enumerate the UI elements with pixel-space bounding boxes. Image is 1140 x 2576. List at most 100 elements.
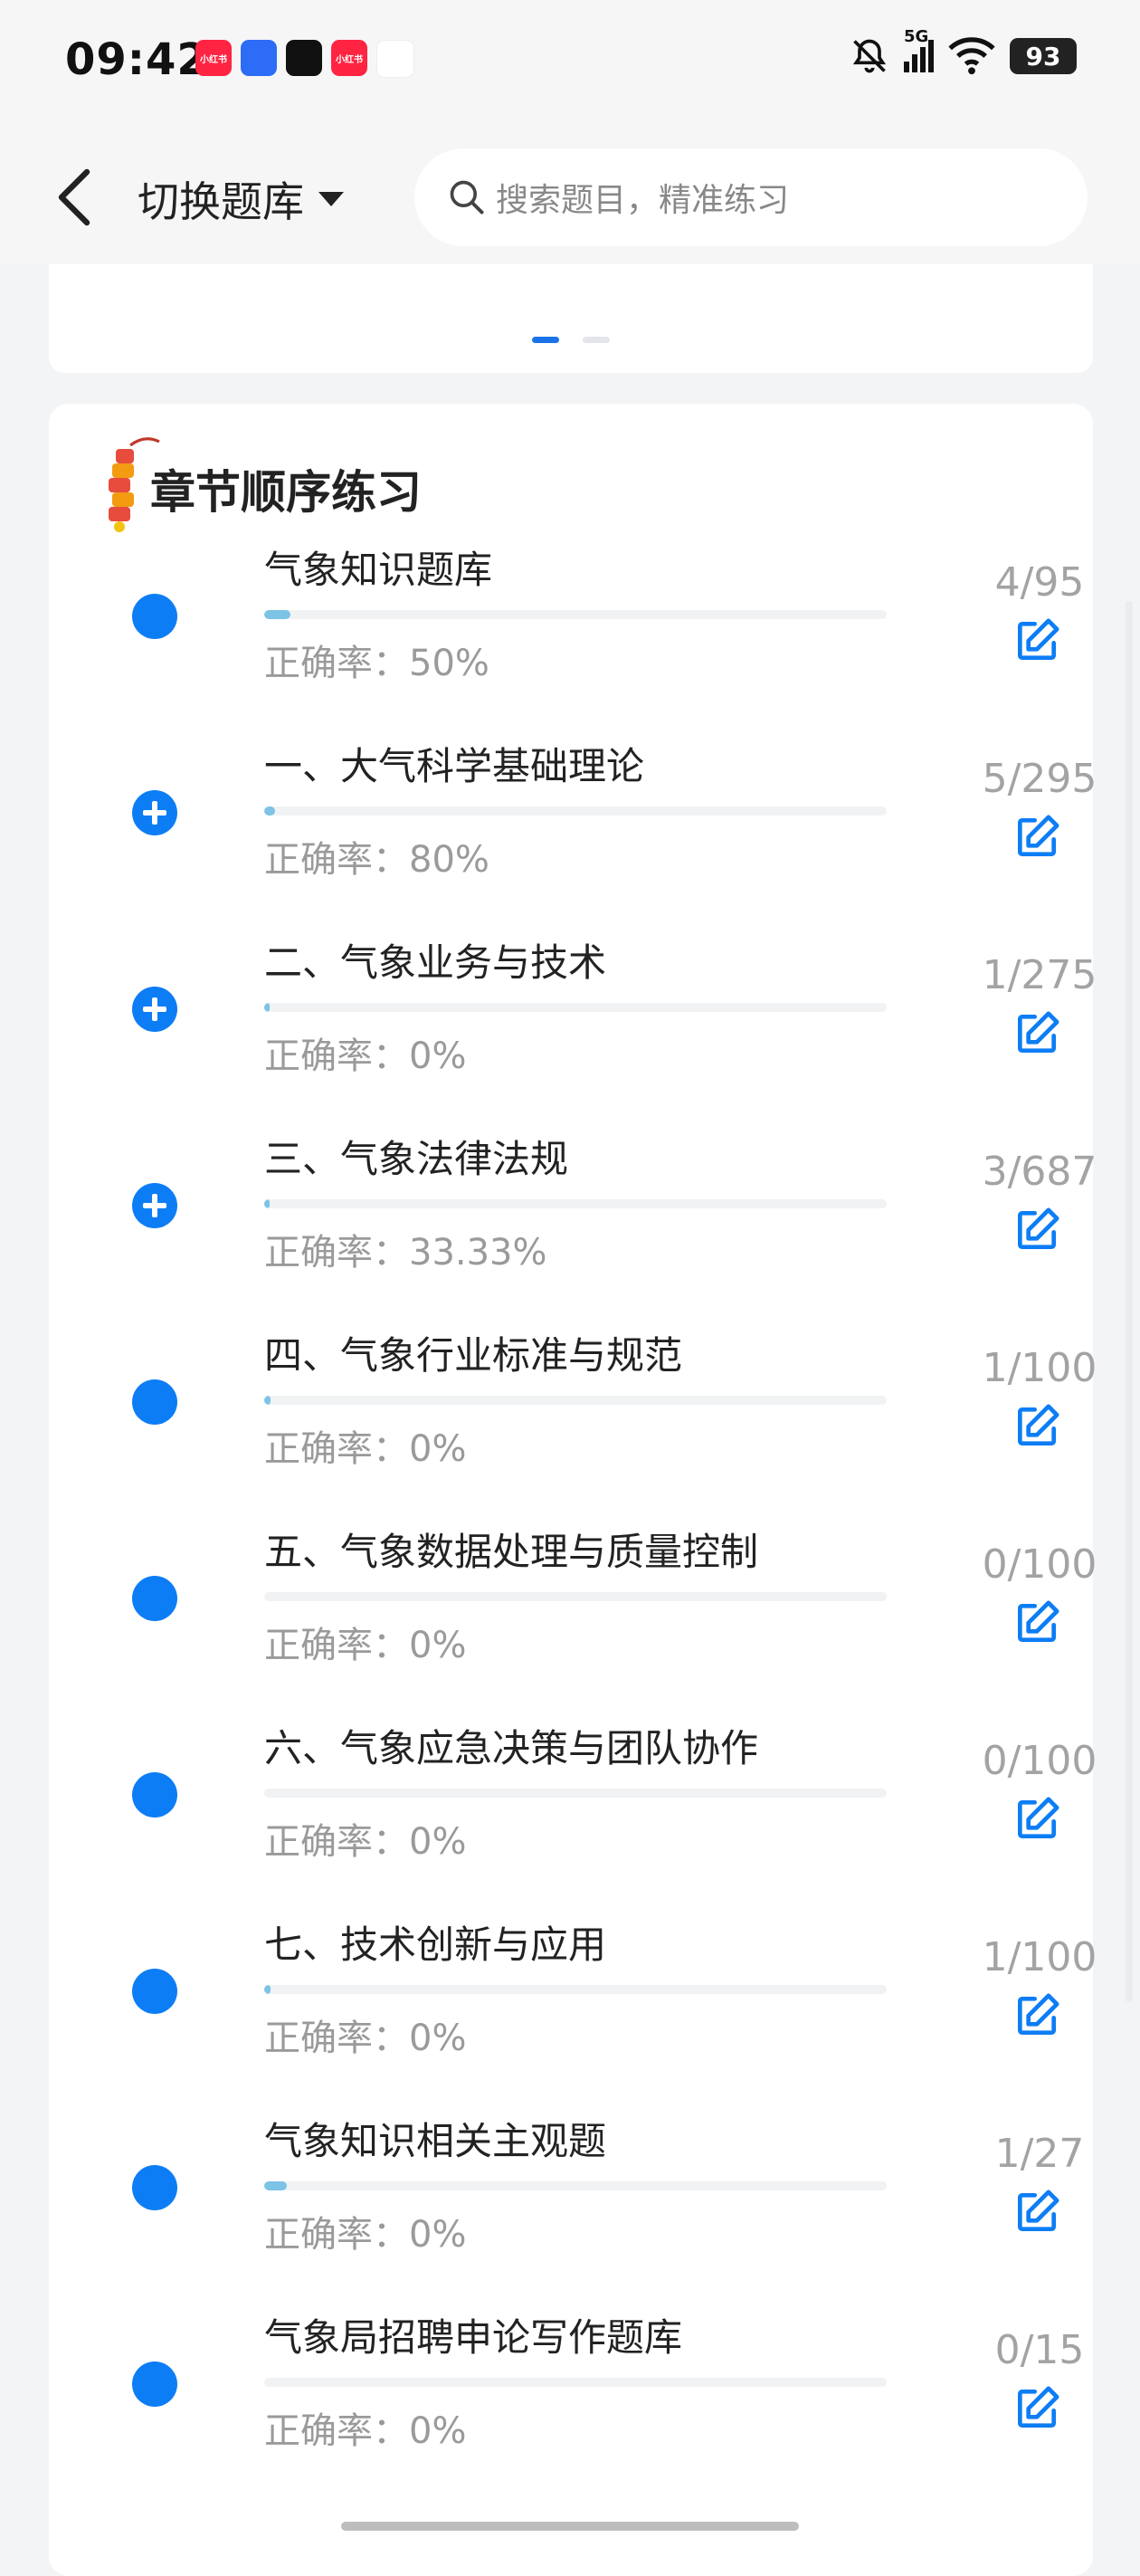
chapter-progress-fill xyxy=(264,1396,271,1405)
chapter-item[interactable]: 七、技术创新与应用正确率：0% 1/100 xyxy=(49,1907,1097,2104)
chapter-progress-count: 1/275 xyxy=(982,952,1097,998)
search-icon xyxy=(450,180,484,215)
chapter-accuracy: 正确率：0% xyxy=(264,1821,467,1863)
chapter-accuracy: 正确率：33.33% xyxy=(264,1232,547,1274)
edit-practice-icon[interactable] xyxy=(1012,1401,1062,1452)
chapter-item[interactable]: 四、气象行业标准与规范 正确率：0% 1/100 xyxy=(49,1318,1097,1514)
edit-practice-icon[interactable] xyxy=(1012,812,1062,863)
status-indicators: 5G 93 xyxy=(850,27,1077,76)
chapter-progress-count: 1/100 xyxy=(982,1345,1097,1391)
chapter-item[interactable]: 三、气象法律法规 正确率：33.33% 3/687 xyxy=(49,1121,1097,1318)
xiaohongshu-icon-2: 小红书 xyxy=(331,40,367,76)
edit-practice-icon[interactable] xyxy=(1012,615,1062,666)
caret-down-icon xyxy=(318,192,344,206)
edit-practice-icon[interactable] xyxy=(1012,1990,1062,2041)
chapter-progress-count: 1/27 xyxy=(994,2131,1085,2177)
chapter-progress-bar xyxy=(264,2181,887,2190)
chapter-title: 气象局招聘申论写作题库 xyxy=(264,2315,683,2360)
chapter-progress-fill xyxy=(264,2181,288,2190)
chapter-progress-count: 3/687 xyxy=(982,1149,1097,1195)
chapter-progress-bar xyxy=(264,806,887,816)
chapter-dot-icon xyxy=(132,594,177,639)
battery-indicator: 93 xyxy=(1010,38,1077,74)
switch-question-bank-button[interactable]: 切换题库 xyxy=(138,167,346,232)
chapter-item[interactable]: 二、气象业务与技术 正确率：0% 1/275 xyxy=(49,925,1097,1121)
chapter-dot-icon xyxy=(132,1576,177,1621)
chapter-accuracy: 正确率：0% xyxy=(264,1625,467,1666)
chapter-accuracy: 正确率：80% xyxy=(264,839,489,881)
chapter-progress-fill xyxy=(264,1003,270,1012)
mute-bell-icon xyxy=(852,39,887,73)
expand-plus-icon[interactable] xyxy=(132,1183,177,1228)
chapter-progress-count: 0/15 xyxy=(994,2327,1085,2373)
status-time: 09:42 xyxy=(65,34,208,85)
edit-practice-icon[interactable] xyxy=(1012,2187,1062,2237)
chapter-title: 一、大气科学基础理论 xyxy=(264,744,645,788)
edit-practice-icon[interactable] xyxy=(1012,2383,1062,2434)
chapter-accuracy: 正确率：0% xyxy=(264,2018,467,2059)
chapter-title: 六、气象应急决策与团队协作 xyxy=(264,1726,759,1770)
switch-question-bank-label: 切换题库 xyxy=(138,177,304,226)
edit-practice-icon[interactable] xyxy=(1012,1598,1062,1648)
banner-carousel[interactable] xyxy=(49,264,1093,373)
chapter-title: 三、气象法律法规 xyxy=(264,1137,569,1181)
edit-practice-icon[interactable] xyxy=(1012,1794,1062,1845)
mountain-app-icon xyxy=(376,40,414,78)
edit-practice-icon[interactable] xyxy=(1012,1008,1062,1059)
tongyi-icon xyxy=(241,40,277,76)
chapter-item[interactable]: 气象局招聘申论写作题库 正确率：0% 0/15 xyxy=(49,2300,1093,2496)
search-input[interactable]: 搜索题目，精准练习 xyxy=(414,148,1088,246)
chapter-item[interactable]: 气象知识题库 正确率：50% 4/95 xyxy=(49,532,1093,729)
chapter-progress-bar xyxy=(264,1592,887,1601)
back-arrow-icon[interactable] xyxy=(51,165,101,230)
chapter-progress-count: 1/100 xyxy=(982,1934,1097,1980)
chapter-progress-fill xyxy=(264,1985,271,1994)
chapter-item[interactable]: 一、大气科学基础理论 正确率：80% 5/295 xyxy=(49,729,1097,925)
chapter-dot-icon xyxy=(132,1969,177,2014)
chapter-progress-bar xyxy=(264,1003,887,1012)
section-title: 章节顺序练习 xyxy=(150,466,422,519)
chapter-title: 七、技术创新与应用 xyxy=(264,1922,607,1967)
chapter-progress-bar xyxy=(264,2378,887,2387)
chapter-accuracy: 正确率：0% xyxy=(264,2410,467,2452)
chapter-title: 二、气象业务与技术 xyxy=(264,940,607,985)
network-type: 5G xyxy=(904,27,929,46)
notification-app-icons: 小红书 小红书 xyxy=(195,40,414,78)
home-indicator[interactable] xyxy=(341,2522,799,2531)
top-navigation-bar: 切换题库 搜索题目，精准练习 xyxy=(0,127,1140,264)
chapter-title: 气象知识相关主观题 xyxy=(264,2119,607,2163)
chapter-progress-count: 4/95 xyxy=(994,559,1085,606)
chapter-progress-fill xyxy=(264,1199,270,1208)
chapter-progress-fill xyxy=(264,806,275,816)
carousel-dot-active[interactable] xyxy=(532,337,559,343)
chapter-progress-bar xyxy=(264,1396,887,1405)
chapter-item[interactable]: 六、气象应急决策与团队协作 正确率：0% 0/100 xyxy=(49,1711,1097,1907)
edit-practice-icon[interactable] xyxy=(1012,1205,1062,1255)
expand-plus-icon[interactable] xyxy=(132,987,177,1032)
search-placeholder: 搜索题目，精准练习 xyxy=(496,182,790,219)
chapter-accuracy: 正确率：0% xyxy=(264,1428,467,1470)
chapter-dot-icon xyxy=(132,1379,177,1425)
chapter-progress-bar xyxy=(264,1789,887,1798)
chapter-progress-count: 0/100 xyxy=(982,1738,1097,1784)
scrollbar[interactable] xyxy=(1126,601,1133,2002)
signal-icon: 5G xyxy=(904,27,934,72)
chapter-dot-icon xyxy=(132,2165,177,2210)
carousel-dot[interactable] xyxy=(583,337,610,343)
chapter-title: 五、气象数据处理与质量控制 xyxy=(264,1530,759,1574)
chapter-dot-icon xyxy=(132,1772,177,1818)
wifi-icon xyxy=(948,37,995,75)
chapter-item[interactable]: 气象知识相关主观题 正确率：0% 1/27 xyxy=(49,2104,1093,2300)
chapter-title: 气象知识题库 xyxy=(264,548,493,592)
chapter-item[interactable]: 五、气象数据处理与质量控制 正确率：0% 0/100 xyxy=(49,1514,1097,1711)
chapter-accuracy: 正确率：50% xyxy=(264,643,489,684)
chapter-title: 四、气象行业标准与规范 xyxy=(264,1333,683,1378)
expand-plus-icon[interactable] xyxy=(132,790,177,835)
status-bar: 09:42 小红书 小红书 5G 93 xyxy=(0,0,1140,127)
chapter-progress-bar xyxy=(264,610,887,619)
chapter-progress-bar xyxy=(264,1199,887,1208)
chapter-progress-count: 0/100 xyxy=(982,1541,1097,1588)
douyin-icon xyxy=(286,40,322,76)
chapter-dot-icon xyxy=(132,2361,177,2407)
chapter-progress-count: 5/295 xyxy=(982,756,1097,802)
